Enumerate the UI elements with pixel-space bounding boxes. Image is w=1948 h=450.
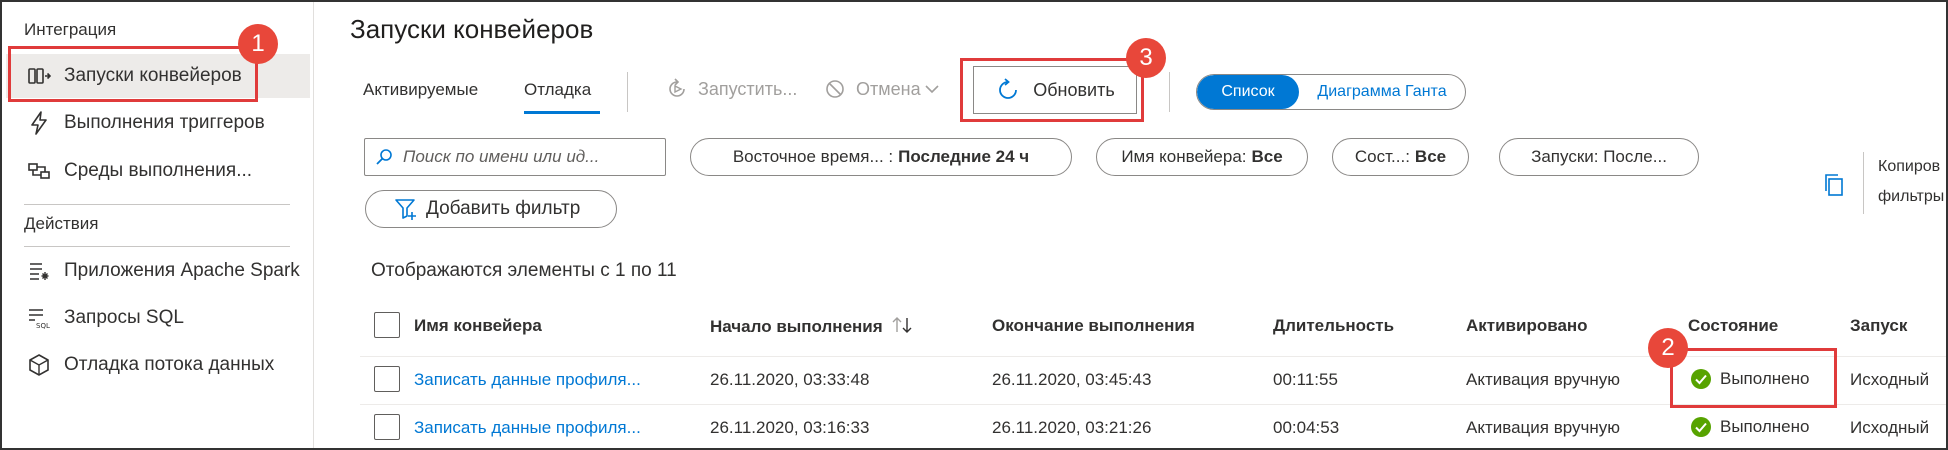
sidebar-item-spark-apps[interactable]: Приложения Apache Spark bbox=[6, 249, 310, 293]
highlight-box-pipeline-runs bbox=[8, 46, 258, 102]
column-header-duration[interactable]: Длительность bbox=[1273, 316, 1394, 336]
duration-cell: 00:11:55 bbox=[1273, 370, 1338, 389]
view-gantt-option[interactable]: Диаграмма Ганта bbox=[1299, 75, 1465, 109]
sidebar-item-label: Запросы SQL bbox=[64, 307, 184, 328]
integration-runtime-icon bbox=[26, 158, 52, 184]
search-placeholder: Поиск по имени или ид... bbox=[403, 147, 600, 166]
time-filter-label: Восточное время... : bbox=[732, 147, 894, 166]
column-header-start-label: Начало выполнения bbox=[710, 316, 883, 336]
sidebar-item-label: Среды выполнения... bbox=[64, 160, 253, 181]
status-filter-label: Сост...: bbox=[1354, 147, 1410, 166]
search-input[interactable]: Поиск по имени или ид... bbox=[364, 138, 666, 176]
toolbar-divider bbox=[1169, 72, 1170, 112]
active-tab-indicator bbox=[524, 111, 600, 114]
cancel-icon bbox=[824, 78, 846, 100]
time-filter-value: Последние 24 ч bbox=[898, 147, 1030, 166]
copy-filters-label-line2[interactable]: фильтры bbox=[1878, 188, 1944, 206]
runs-filter-label: Запуски: После... bbox=[1531, 147, 1667, 166]
sort-icon[interactable] bbox=[891, 316, 913, 339]
status-text: Выполнено bbox=[1720, 417, 1810, 436]
add-filter-label: Добавить фильтр bbox=[426, 198, 581, 219]
search-icon bbox=[375, 148, 393, 166]
rerun-label: Запустить... bbox=[698, 78, 798, 99]
duration-cell: 00:04:53 bbox=[1273, 418, 1340, 437]
row-checkbox[interactable] bbox=[374, 366, 400, 392]
success-check-icon bbox=[1690, 416, 1712, 438]
rerun-button[interactable]: Запустить... bbox=[666, 78, 797, 100]
sql-requests-icon: SQL bbox=[26, 305, 52, 331]
highlight-box-refresh bbox=[960, 58, 1144, 122]
callout-marker-1: 1 bbox=[238, 24, 278, 64]
pipeline-name-link[interactable]: Записать данные профиля... bbox=[414, 370, 641, 390]
column-header-triggered[interactable]: Активировано bbox=[1466, 316, 1588, 336]
chevron-down-icon bbox=[925, 84, 939, 94]
select-all-checkbox[interactable] bbox=[374, 312, 400, 338]
cancel-label: Отмена bbox=[856, 78, 921, 99]
sidebar-item-sql-requests[interactable]: SQL Запросы SQL bbox=[6, 296, 310, 340]
run-end-cell: 26.11.2020, 03:45:43 bbox=[992, 370, 1152, 389]
copy-filters-label-line1[interactable]: Копиров bbox=[1878, 158, 1940, 176]
toolbar-divider bbox=[1863, 152, 1864, 214]
section-integration-title: Интеграция bbox=[24, 20, 117, 39]
rerun-icon bbox=[666, 78, 688, 100]
status-cell: Выполнено bbox=[1690, 416, 1809, 438]
run-type-cell: Исходный bbox=[1850, 418, 1930, 437]
callout-marker-3: 3 bbox=[1126, 38, 1166, 78]
spark-apps-icon bbox=[26, 258, 52, 284]
sidebar-divider bbox=[24, 246, 290, 247]
copy-icon[interactable] bbox=[1822, 172, 1846, 203]
column-header-start[interactable]: Начало выполнения bbox=[710, 316, 913, 339]
tab-triggered[interactable]: Активируемые bbox=[363, 80, 478, 100]
pipeline-name-link[interactable]: Записать данные профиля... bbox=[414, 418, 641, 438]
sidebar-item-trigger-runs[interactable]: Выполнения триггеров bbox=[6, 101, 310, 145]
triggered-by-cell: Активация вручную bbox=[1466, 418, 1620, 437]
column-header-name[interactable]: Имя конвейера bbox=[414, 316, 542, 336]
pipeline-name-filter-pill[interactable]: Имя конвейера: Все bbox=[1096, 138, 1308, 176]
column-header-status[interactable]: Состояние bbox=[1688, 316, 1778, 336]
pipeline-filter-label: Имя конвейера: bbox=[1121, 147, 1247, 166]
sidebar-item-label: Отладка потока данных bbox=[64, 354, 275, 375]
column-header-end[interactable]: Окончание выполнения bbox=[992, 316, 1195, 336]
status-filter-value: Все bbox=[1414, 147, 1447, 166]
sidebar-item-integration-runtimes[interactable]: Среды выполнения... bbox=[6, 149, 310, 193]
cancel-button[interactable]: Отмена bbox=[824, 78, 939, 100]
add-filter-button[interactable]: Добавить фильтр bbox=[365, 190, 617, 228]
run-start-cell: 26.11.2020, 03:33:48 bbox=[710, 370, 870, 389]
column-header-run[interactable]: Запуск bbox=[1850, 316, 1907, 336]
run-type-cell: Исходный bbox=[1850, 370, 1930, 389]
dataflow-debug-icon bbox=[26, 352, 52, 378]
sidebar-item-label: Выполнения триггеров bbox=[64, 112, 265, 133]
callout-marker-2: 2 bbox=[1648, 328, 1688, 368]
filter-add-icon bbox=[394, 197, 418, 221]
run-end-cell: 26.11.2020, 03:21:26 bbox=[992, 418, 1152, 437]
view-list-option[interactable]: Список bbox=[1197, 75, 1299, 109]
sidebar-item-label: Приложения Apache Spark bbox=[64, 260, 300, 281]
pipeline-filter-value: Все bbox=[1251, 147, 1283, 166]
sidebar-item-dataflow-debug[interactable]: Отладка потока данных bbox=[6, 343, 310, 387]
screenshot-frame: Интеграция Запуски конвейеров Выполнения… bbox=[0, 0, 1948, 450]
runs-filter-pill[interactable]: Запуски: После... bbox=[1499, 138, 1699, 176]
status-filter-pill[interactable]: Сост...: Все bbox=[1332, 138, 1469, 176]
row-checkbox[interactable] bbox=[374, 414, 400, 440]
section-actions-title: Действия bbox=[24, 214, 99, 233]
tab-debug[interactable]: Отладка bbox=[524, 80, 591, 100]
page-title: Запуски конвейеров bbox=[350, 14, 594, 44]
run-start-cell: 26.11.2020, 03:16:33 bbox=[710, 418, 870, 437]
trigger-icon bbox=[26, 110, 52, 136]
triggered-by-cell: Активация вручную bbox=[1466, 370, 1620, 389]
view-toggle: Список Диаграмма Ганта bbox=[1196, 74, 1466, 110]
toolbar-divider bbox=[627, 72, 628, 112]
items-count-text: Отображаются элементы с 1 по 11 bbox=[371, 260, 677, 281]
time-filter-pill[interactable]: Восточное время... : Последние 24 ч bbox=[690, 138, 1072, 176]
sidebar-divider bbox=[24, 204, 290, 205]
highlight-box-status bbox=[1670, 348, 1837, 408]
svg-text:SQL: SQL bbox=[36, 322, 50, 329]
